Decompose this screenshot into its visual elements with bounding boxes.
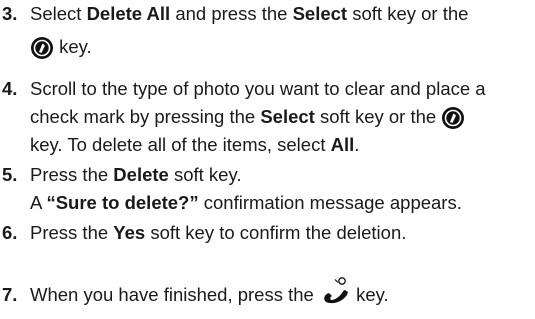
step-number: 5. xyxy=(2,164,18,185)
step-number: 7. xyxy=(2,284,18,305)
step-number: 3. xyxy=(2,3,18,24)
ok-key-icon xyxy=(30,36,54,60)
step-number: 4. xyxy=(2,78,18,99)
ok-key-icon xyxy=(441,106,465,130)
step-text-line: check mark by pressing the Select soft k… xyxy=(30,103,465,131)
step-text-line: When you have finished, press the key. xyxy=(30,277,389,309)
step-text-line: key. xyxy=(30,33,92,61)
step-number: 6. xyxy=(2,222,18,243)
step-text-line: Press the Yes soft key to confirm the de… xyxy=(30,222,407,243)
end-call-key-icon xyxy=(321,276,351,304)
step-text-line: Select Delete All and press the Select s… xyxy=(30,3,469,24)
step-text-line: key. To delete all of the items, select … xyxy=(30,134,360,155)
step-text-line: Scroll to the type of photo you want to … xyxy=(30,78,486,99)
step-text-line: A “Sure to delete?” confirmation message… xyxy=(30,192,462,213)
step-text-line: Press the Delete soft key. xyxy=(30,164,242,185)
